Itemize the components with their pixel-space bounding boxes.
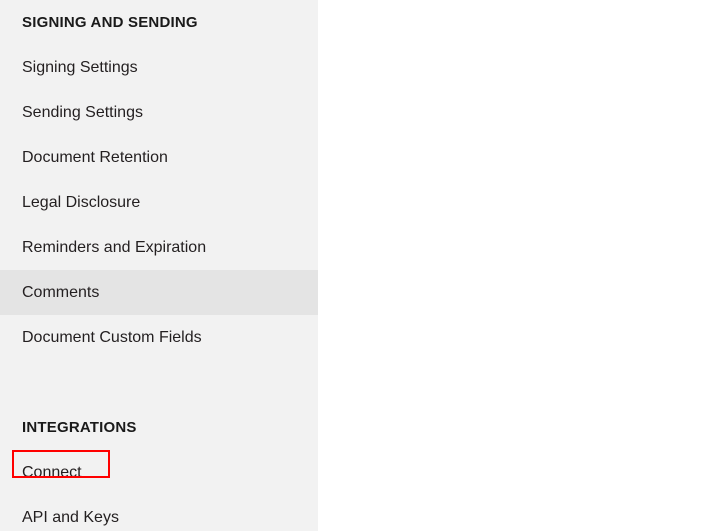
- section-divider-gap: [0, 360, 318, 405]
- sidebar-item-label: Sending Settings: [22, 104, 143, 121]
- sidebar-item-document-custom-fields[interactable]: Document Custom Fields: [0, 315, 318, 360]
- sidebar-item-comments[interactable]: Comments: [0, 270, 318, 315]
- sidebar-item-label: Connect: [22, 464, 82, 481]
- sidebar-item-sending-settings[interactable]: Sending Settings: [0, 90, 318, 135]
- sidebar-item-label: Signing Settings: [22, 59, 138, 76]
- nav-section-signing-and-sending: SIGNING AND SENDING Signing Settings Sen…: [0, 0, 318, 360]
- sidebar-item-legal-disclosure[interactable]: Legal Disclosure: [0, 180, 318, 225]
- nav-section-integrations: INTEGRATIONS Connect API and Keys: [0, 405, 318, 531]
- sidebar-item-reminders-and-expiration[interactable]: Reminders and Expiration: [0, 225, 318, 270]
- sidebar-item-connect[interactable]: Connect: [0, 450, 318, 495]
- sidebar-item-signing-settings[interactable]: Signing Settings: [0, 45, 318, 90]
- settings-sidebar: SIGNING AND SENDING Signing Settings Sen…: [0, 0, 318, 531]
- sidebar-item-label: Reminders and Expiration: [22, 239, 207, 256]
- section-header-signing-and-sending: SIGNING AND SENDING: [22, 14, 198, 31]
- sidebar-item-label: Comments: [22, 284, 100, 301]
- main-content-panel: [318, 0, 723, 531]
- section-header-integrations: INTEGRATIONS: [22, 419, 137, 436]
- sidebar-item-label: Legal Disclosure: [22, 194, 141, 211]
- settings-page: SIGNING AND SENDING Signing Settings Sen…: [0, 0, 723, 531]
- sidebar-item-label: Document Retention: [22, 149, 168, 166]
- sidebar-item-api-and-keys[interactable]: API and Keys: [0, 495, 318, 531]
- sidebar-item-label: Document Custom Fields: [22, 329, 202, 346]
- sidebar-item-label: API and Keys: [22, 509, 119, 526]
- sidebar-item-document-retention[interactable]: Document Retention: [0, 135, 318, 180]
